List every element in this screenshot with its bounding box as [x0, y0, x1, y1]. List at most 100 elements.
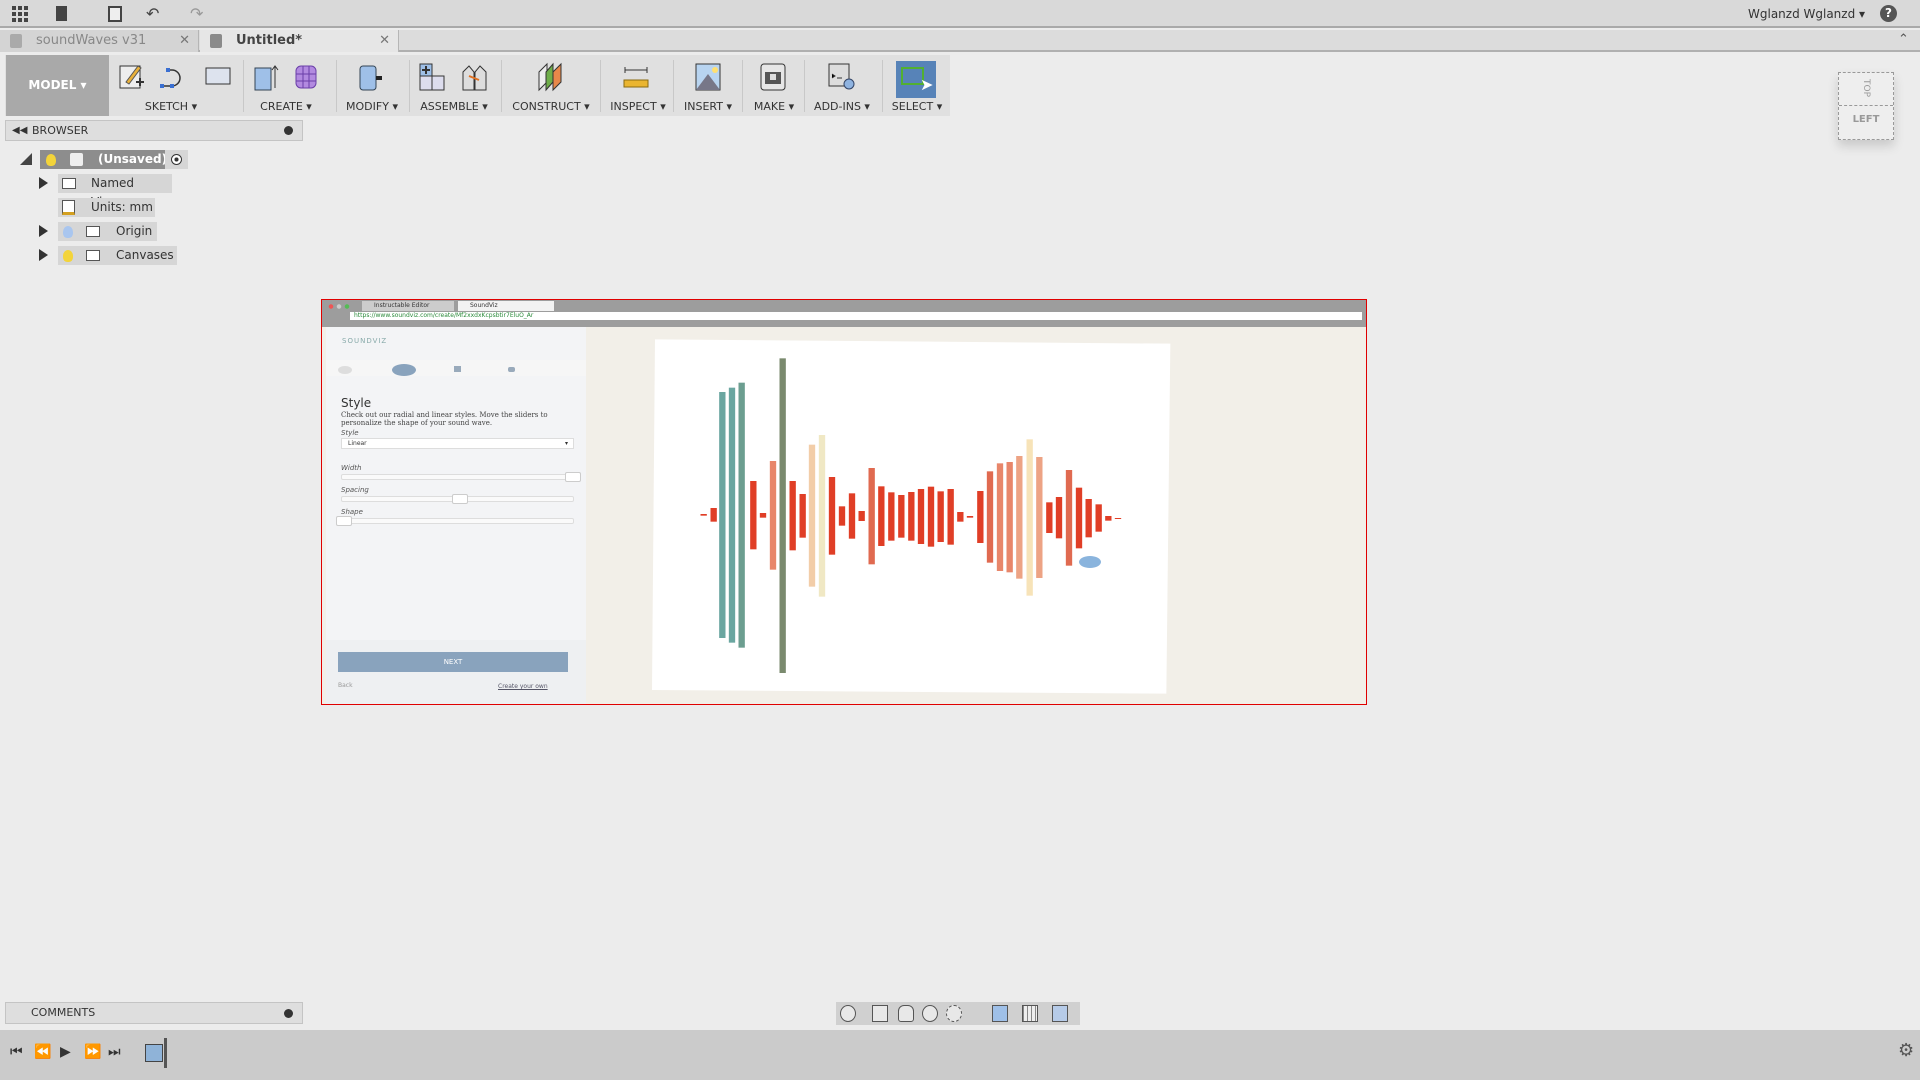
grid-icon[interactable]: [1022, 1005, 1038, 1022]
settings-gear-icon[interactable]: ⚙: [1898, 1040, 1914, 1061]
insert-menu[interactable]: INSERT ▾: [684, 100, 732, 113]
play-icon[interactable]: ▶: [60, 1044, 71, 1060]
3d-print-icon[interactable]: [759, 62, 787, 92]
rectangle-icon[interactable]: [204, 62, 232, 92]
comments-panel[interactable]: COMMENTS: [5, 1002, 303, 1024]
user-menu[interactable]: Wglanzd Wglanzd ▾: [1748, 7, 1865, 21]
app-top-bar: ↶ ↷ Wglanzd Wglanzd ▾ ?: [0, 0, 1920, 28]
tree-item-label: Canvases: [116, 248, 174, 262]
soundwave-bar: [738, 382, 745, 648]
embedded-url-bar: https://www.soundviz.com/create/Mf2xxdxK…: [350, 312, 1362, 320]
lightbulb-icon[interactable]: [46, 154, 56, 166]
press-pull-icon[interactable]: [356, 62, 384, 92]
assemble-menu[interactable]: ASSEMBLE ▾: [420, 100, 488, 113]
tab-untitled[interactable]: Untitled* ✕: [200, 30, 399, 52]
document-tab-bar: soundWaves v31 ✕ Untitled* ✕ ⌃: [0, 30, 1920, 52]
lightbulb-off-icon[interactable]: [63, 226, 73, 238]
zoom-icon[interactable]: [922, 1005, 938, 1022]
soundwave-bar: [1065, 470, 1073, 566]
timeline-marker[interactable]: [164, 1038, 167, 1068]
workspace-switcher[interactable]: MODEL ▾: [6, 55, 109, 116]
addins-menu[interactable]: ADD-INS ▾: [814, 100, 870, 113]
collapse-panel-icon[interactable]: ◀◀: [12, 121, 27, 140]
create-menu[interactable]: CREATE ▾: [260, 100, 312, 113]
fit-zoom-icon[interactable]: [946, 1005, 962, 1022]
inspect-menu[interactable]: INSPECT ▾: [610, 100, 665, 113]
joint-icon[interactable]: [460, 62, 488, 92]
new-component-icon[interactable]: [418, 62, 446, 92]
soundwave-bar: [917, 489, 925, 544]
look-at-icon[interactable]: [872, 1005, 888, 1022]
toolbar-divider: [336, 60, 337, 112]
expand-icon[interactable]: [39, 249, 48, 261]
soundwave-bar: [868, 468, 875, 565]
display-settings-icon[interactable]: [992, 1005, 1008, 1022]
cursor-icon: ➤: [920, 75, 934, 94]
step-back-icon[interactable]: ⏪: [34, 1044, 51, 1060]
orbit-icon[interactable]: [840, 1005, 856, 1022]
tree-collapse-icon[interactable]: [20, 153, 32, 165]
tree-root-unsaved[interactable]: (Unsaved): [40, 150, 188, 169]
canvas-image[interactable]: Instructable Editor SoundViz https://www…: [321, 299, 1367, 705]
toolbar-divider: [673, 60, 674, 112]
soundviz-logo: SOUNDVIZ: [342, 337, 388, 345]
redo-icon[interactable]: ↷: [190, 4, 203, 23]
create-sketch-icon[interactable]: [118, 62, 146, 92]
scripts-addins-icon[interactable]: [827, 62, 855, 92]
viewcube-left-face[interactable]: LEFT: [1839, 114, 1893, 125]
tab-soundwaves[interactable]: soundWaves v31 ✕: [0, 30, 199, 52]
tree-item-canvases[interactable]: Canvases: [58, 246, 177, 265]
insert-image-icon[interactable]: [694, 62, 722, 92]
style-description: Check out our radial and linear styles. …: [341, 411, 548, 427]
select-button[interactable]: ➤: [896, 61, 936, 98]
sketch-menu[interactable]: SKETCH ▾: [145, 100, 197, 113]
viewports-icon[interactable]: [1052, 1005, 1068, 1022]
back-link: Back: [338, 682, 353, 689]
toolbar-divider: [409, 60, 410, 112]
user-name: Wglanzd Wglanzd: [1748, 7, 1856, 21]
expand-icon[interactable]: [39, 225, 48, 237]
soundwave-bar: [898, 495, 905, 538]
make-menu[interactable]: MAKE ▾: [754, 100, 794, 113]
tree-item-origin[interactable]: Origin: [58, 222, 157, 241]
modify-menu[interactable]: MODIFY ▾: [346, 100, 398, 113]
offset-plane-icon[interactable]: [536, 62, 564, 92]
canvas-timeline-feature-icon[interactable]: [145, 1044, 163, 1062]
collapse-chevron-icon[interactable]: ⌃: [1898, 32, 1909, 47]
close-icon[interactable]: ✕: [179, 30, 190, 52]
extrude-icon[interactable]: [252, 62, 280, 92]
toolbar-divider: [600, 60, 601, 112]
app-grid-icon[interactable]: [12, 6, 28, 22]
arc-icon[interactable]: [158, 62, 186, 92]
soundwave-bar: [1036, 457, 1043, 578]
construct-menu[interactable]: CONSTRUCT ▾: [512, 100, 589, 113]
form-icon[interactable]: [294, 62, 322, 92]
expand-icon[interactable]: [39, 177, 48, 189]
soundwave-bar: [1075, 487, 1083, 549]
plus-circle-icon[interactable]: [284, 1009, 293, 1018]
chat-bubble-icon: [1077, 554, 1103, 570]
minus-circle-icon[interactable]: [284, 126, 293, 135]
go-to-start-icon[interactable]: ⏮: [10, 1044, 23, 1060]
measure-icon[interactable]: [622, 62, 650, 92]
soundwave-bar: [1085, 499, 1092, 538]
save-icon[interactable]: [108, 6, 122, 22]
pan-hand-icon[interactable]: [898, 1005, 914, 1022]
viewcube-top-face[interactable]: TOP: [1861, 61, 1871, 115]
step-forward-icon[interactable]: ⏩: [84, 1044, 101, 1060]
lightbulb-icon[interactable]: [63, 250, 73, 262]
activate-radio-icon[interactable]: [165, 150, 188, 169]
browser-title: BROWSER: [32, 124, 89, 137]
view-cube[interactable]: TOP LEFT: [1838, 72, 1894, 140]
browser-panel-header[interactable]: ◀◀ BROWSER: [5, 120, 303, 141]
file-menu-icon[interactable]: [56, 6, 67, 21]
question-icon[interactable]: ?: [1880, 5, 1897, 22]
soundwave-bar: [848, 493, 856, 539]
go-to-end-icon[interactable]: ⏭: [108, 1044, 121, 1060]
step-icon: [338, 366, 352, 374]
close-icon[interactable]: ✕: [379, 30, 390, 52]
tree-item-named-views[interactable]: Named Views: [58, 174, 172, 209]
select-menu[interactable]: SELECT ▾: [892, 100, 942, 113]
tree-item-units[interactable]: Units: mm: [58, 198, 155, 217]
undo-icon[interactable]: ↶: [146, 4, 159, 23]
